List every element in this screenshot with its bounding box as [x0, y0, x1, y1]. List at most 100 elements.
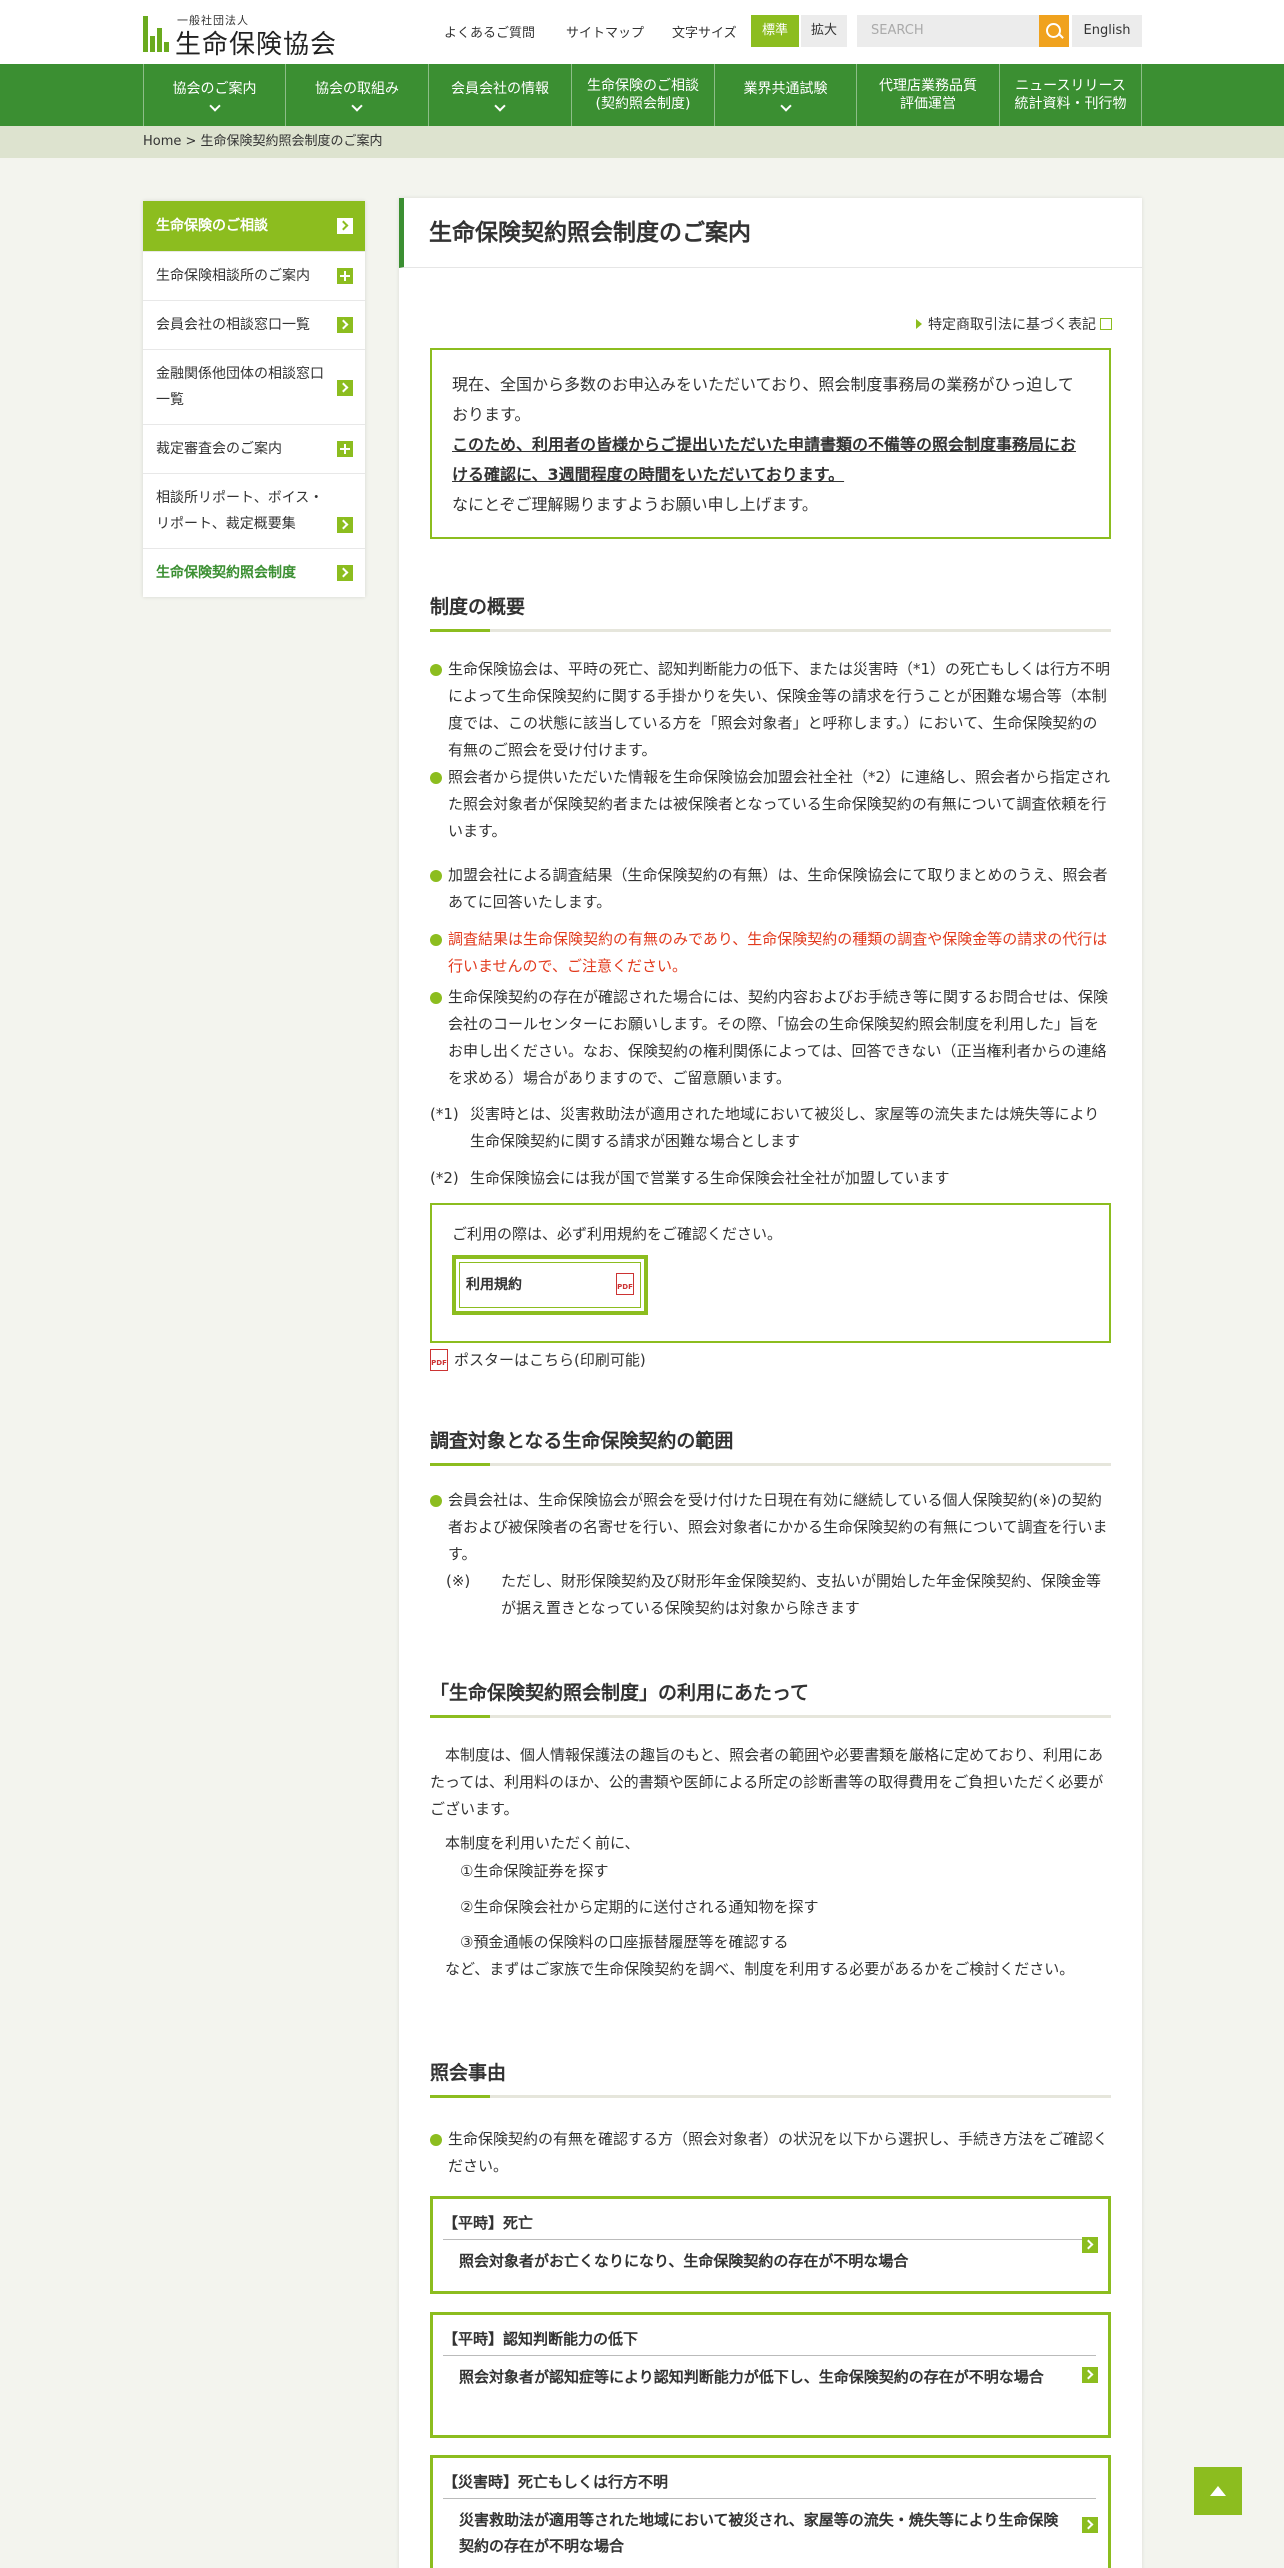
sidebar-item-arbitration[interactable]: 裁定審査会のご案内 — [143, 424, 365, 473]
list-item: 照会者から提供いただいた情報を生命保険協会加盟会社全社（*2）に連絡し、照会者か… — [430, 764, 1111, 845]
back-to-top-button[interactable] — [1194, 2467, 1242, 2515]
nav-label-sub: 評価運営 — [900, 96, 956, 112]
footnote: (*1) 災害時とは、災害救助法が適用された地域において被災し、家屋等の流失または… — [430, 1101, 1111, 1155]
sidebar-item-label: 相談所リポート、ボイス・リポート、裁定概要集 — [156, 490, 324, 532]
poster-link-label: ポスターはこちら(印刷可能) — [454, 1351, 646, 1369]
sitemap-link[interactable]: サイトマップ — [566, 22, 644, 41]
inquiry-card-cognitive[interactable]: 【平時】認知判断能力の低下 照会対象者が認知症等により認知判断能力が低下し、生命… — [430, 2312, 1111, 2438]
list-item: 生命保険契約の存在が確認された場合には、契約内容およびお手続き等に関するお問合せ… — [430, 984, 1111, 1092]
global-nav: 協会のご案内 協会の取組み 会員会社の情報 生命保険のご相談 (契約照会制度) 業… — [0, 64, 1284, 126]
paragraph: 本制度を利用いただく前に、 — [445, 1834, 640, 1852]
sidebar-heading[interactable]: 生命保険のご相談 — [143, 201, 365, 251]
triangle-right-icon — [916, 319, 922, 329]
nav-label: 業界共通試験 — [743, 80, 828, 97]
list-item: 生命保険契約の有無を確認する方（照会対象者）の状況を以下から選択し、手続き方法を… — [430, 2126, 1111, 2180]
notice-text: なにとぞご理解賜りますようお願い申し上げます。 — [452, 495, 818, 514]
arrow-right-icon — [337, 517, 353, 533]
terms-box: ご利用の際は、必ず利用規約をご確認ください。 利用規約 PDF — [430, 1203, 1111, 1343]
sidebar-item-label: 生命保険契約照会制度 — [156, 565, 296, 581]
caution-item: 調査結果は生命保険契約の有無のみであり、生命保険契約の種類の調査や保険金等の請求… — [430, 926, 1111, 980]
section-heading: 「生命保険契約照会制度」の利用にあたって — [430, 1678, 1111, 1718]
nav-item-members[interactable]: 会員会社の情報 — [428, 64, 571, 126]
nav-item-about[interactable]: 協会のご案内 — [143, 64, 285, 126]
chevron-down-icon — [494, 100, 506, 112]
arrow-right-icon — [337, 565, 353, 581]
nav-label-sub: 統計資料・刊行物 — [1014, 96, 1127, 112]
footnote-key: (*2) — [430, 1169, 459, 1187]
inquiry-card-disaster[interactable]: 【災害時】死亡もしくは行方不明 災害救助法が適用等された地域において被災され、家… — [430, 2455, 1111, 2568]
poster-link[interactable]: PDF ポスターはこちら(印刷可能) — [430, 1348, 646, 1372]
nav-item-consultation[interactable]: 生命保険のご相談 (契約照会制度) — [571, 64, 714, 126]
terms-text: ご利用の際は、必ず利用規約をご確認ください。 — [452, 1225, 783, 1243]
footnote-text: 災害時とは、災害救助法が適用された地域において被災し、家屋等の流失または焼失等に… — [470, 1105, 1100, 1150]
list-item: 生命保険協会は、平時の死亡、認知判断能力の低下、または災害時（*1）の死亡もしく… — [430, 656, 1111, 764]
arrow-right-icon — [337, 218, 353, 234]
breadcrumb[interactable]: Home > 生命保険契約照会制度のご案内 — [0, 126, 1284, 158]
notice-text: 現在、全国から多数のお申込みをいただいており、照会制度事務局の業務がひっ迫してお… — [452, 375, 1074, 424]
paragraph: など、まずはご家族で生命保険契約を調べ、制度を利用する必要があるかをご検討くださ… — [445, 1960, 1075, 1978]
card-body: 照会対象者が認知症等により認知判断能力が低下し、生命保険契約の存在が不明な場合 — [459, 2368, 1044, 2386]
english-link[interactable]: English — [1072, 15, 1142, 47]
sidebar-heading-label: 生命保険のご相談 — [156, 218, 268, 234]
search-input[interactable]: SEARCH — [857, 15, 1039, 47]
arrow-right-icon — [1082, 2237, 1098, 2253]
footnote-text: ただし、財形保険契約及び財形年金保険契約、支払いが開始した年金保険契約、保険金等… — [501, 1572, 1102, 1617]
nav-item-exams[interactable]: 業界共通試験 — [714, 64, 856, 126]
external-link-icon — [1100, 318, 1112, 330]
nav-label: ニュースリリース — [1015, 77, 1126, 94]
section-heading: 制度の概要 — [430, 592, 1111, 632]
site-header: 一般社団法人 生命保険協会 よくあるご質問 サイトマップ 文字サイズ 標準 拡大… — [0, 0, 1284, 64]
nav-item-initiatives[interactable]: 協会の取組み — [285, 64, 428, 126]
sidebar-item-label: 生命保険相談所のご案内 — [156, 268, 310, 284]
sidebar-item-reports[interactable]: 相談所リポート、ボイス・リポート、裁定概要集 — [143, 473, 365, 548]
chevron-down-icon — [208, 100, 221, 112]
terms-button-label: 利用規約 — [466, 1277, 522, 1293]
nav-label-sub: (契約照会制度) — [595, 96, 691, 112]
paragraph: 本制度は、個人情報保護法の趣旨のもと、照会者の範囲や必要書類を厳格に定めており、… — [430, 1746, 1104, 1818]
inquiry-card-death[interactable]: 【平時】死亡 照会対象者がお亡くなりになり、生命保険契約の存在が不明な場合 — [430, 2196, 1111, 2294]
footnote: (※) ただし、財形保険契約及び財形年金保険契約、支払いが開始した年金保険契約、保… — [446, 1568, 1111, 1622]
plus-icon — [337, 441, 353, 457]
logo-mark-icon — [143, 16, 169, 52]
logo-title: 生命保険協会 — [175, 30, 338, 60]
nav-label: 協会のご案内 — [172, 80, 257, 97]
nav-label: 会員会社の情報 — [451, 80, 549, 97]
arrow-right-icon — [337, 380, 353, 396]
plus-icon — [337, 268, 353, 284]
chevron-down-icon — [779, 100, 792, 112]
nav-label: 生命保険のご相談 — [587, 77, 699, 94]
step-item: ③預金通帳の保険料の口座振替履歴等を確認する — [460, 1933, 789, 1951]
list-item: 加盟会社による調査結果（生命保険契約の有無）は、生命保険協会にて取りまとめのうえ… — [430, 862, 1111, 916]
sidebar-item-other-orgs[interactable]: 金融関係他団体の相談窓口一覧 — [143, 349, 365, 424]
notice-emphasis: このため、利用者の皆様からご提出いただいた申請書類の不備等の照会制度事務局におけ… — [452, 435, 1077, 484]
sidebar-item-label: 金融関係他団体の相談窓口一覧 — [156, 366, 324, 408]
notice-box: 現在、全国から多数のお申込みをいただいており、照会制度事務局の業務がひっ迫してお… — [430, 348, 1111, 539]
footnote: (*2) 生命保険協会には我が国で営業する生命保険会社全社が加盟しています — [430, 1165, 1111, 1192]
sidebar: 生命保険のご相談 生命保険相談所のご案内 会員会社の相談窓口一覧 金融関係他団体… — [143, 201, 365, 597]
font-large-button[interactable]: 拡大 — [801, 15, 847, 47]
terms-pdf-button[interactable]: 利用規約 PDF — [452, 1255, 648, 1315]
pdf-icon: PDF — [616, 1273, 634, 1295]
font-standard-button[interactable]: 標準 — [751, 15, 799, 47]
card-title: 【平時】死亡 — [443, 2211, 1096, 2240]
commerce-law-link[interactable]: 特定商取引法に基づく表記 — [916, 314, 1112, 334]
main-content: 生命保険契約照会制度のご案内 特定商取引法に基づく表記 現在、全国から多数のお申… — [399, 198, 1142, 2568]
card-title: 【災害時】死亡もしくは行方不明 — [443, 2470, 1096, 2499]
sidebar-item-contract-inquiry[interactable]: 生命保険契約照会制度 — [143, 548, 365, 597]
sidebar-item-member-desks[interactable]: 会員会社の相談窓口一覧 — [143, 300, 365, 349]
card-body: 災害救助法が適用等された地域において被災され、家屋等の流失・焼失等により生命保険… — [459, 2511, 1059, 2555]
search-icon[interactable] — [1039, 15, 1069, 47]
commerce-law-label: 特定商取引法に基づく表記 — [928, 317, 1096, 333]
faq-link[interactable]: よくあるご質問 — [444, 22, 535, 41]
sidebar-item-consult-center[interactable]: 生命保険相談所のご案内 — [143, 251, 365, 300]
nav-item-agency[interactable]: 代理店業務品質 評価運営 — [856, 64, 999, 126]
site-logo[interactable]: 一般社団法人 生命保険協会 — [143, 12, 363, 60]
footnote-key: (※) — [446, 1572, 471, 1590]
section-heading: 調査対象となる生命保険契約の範囲 — [430, 1426, 1111, 1466]
section-heading: 照会事由 — [430, 2058, 1111, 2098]
arrow-right-icon — [1082, 2517, 1098, 2533]
step-item: ②生命保険会社から定期的に送付される通知物を探す — [460, 1898, 819, 1916]
card-body: 照会対象者がお亡くなりになり、生命保険契約の存在が不明な場合 — [459, 2252, 909, 2270]
nav-label: 協会の取組み — [315, 80, 399, 97]
nav-item-news[interactable]: ニュースリリース 統計資料・刊行物 — [999, 64, 1142, 126]
